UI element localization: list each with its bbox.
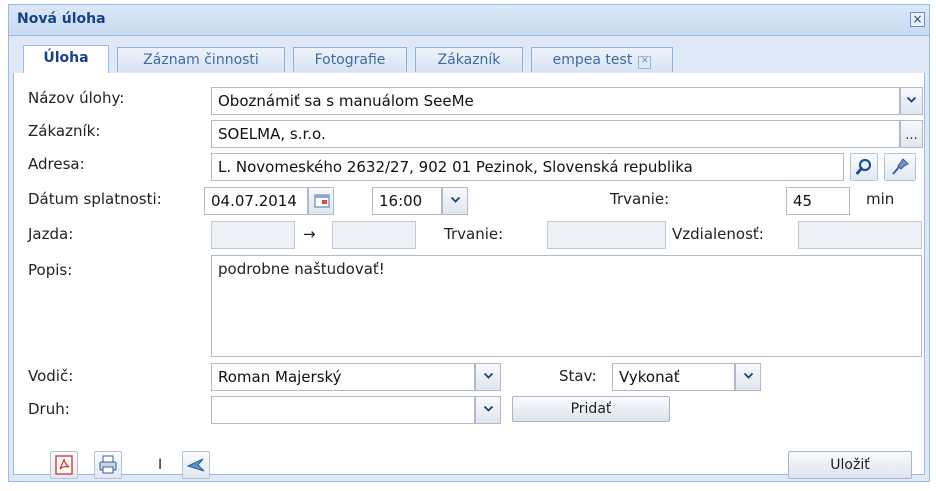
save-button[interactable]: Uložiť — [788, 451, 912, 479]
tab-close-icon[interactable]: ✕ — [638, 56, 652, 69]
description-label: Popis: — [28, 261, 73, 279]
task-form-panel: Názov úlohy: Oboznámiť sa s manuálom See… — [13, 73, 925, 479]
duration-field[interactable]: 45 — [786, 187, 850, 215]
tab-photos[interactable]: Fotografie — [293, 47, 407, 72]
toolbar-separator: I — [158, 457, 163, 473]
print-button[interactable] — [94, 451, 122, 479]
tab-activity-log-label: Záznam činnosti — [143, 52, 259, 68]
dialog-titlebar[interactable]: Nová úloha × — [9, 5, 929, 36]
distance-field — [798, 221, 922, 249]
tab-task[interactable]: Úloha — [23, 45, 109, 73]
driver-field[interactable]: Roman Majerský — [211, 363, 475, 391]
print-icon — [99, 455, 117, 474]
tab-customer-label: Zákazník — [437, 52, 501, 68]
task-name-field[interactable]: Oboznámiť sa s manuálom SeeMe — [211, 87, 900, 115]
distance-label: Vzdialenosť: — [672, 225, 764, 243]
chevron-down-icon — [451, 197, 460, 203]
ride-label: Jazda: — [28, 225, 74, 243]
due-date-picker-button[interactable] — [308, 187, 334, 215]
tab-empea-test-label: empea test — [552, 52, 633, 68]
state-field[interactable]: Vykonať — [612, 363, 735, 391]
dialog-title: Nová úloha — [17, 11, 106, 27]
address-label: Adresa: — [28, 155, 85, 173]
state-label: Stav: — [559, 367, 597, 385]
address-map-button[interactable] — [884, 153, 916, 181]
ride-arrow: → — [303, 225, 316, 243]
search-icon — [856, 158, 872, 175]
driver-label: Vodič: — [28, 367, 74, 385]
map-pin-icon — [892, 158, 909, 175]
ride-duration-label: Trvanie: — [444, 225, 504, 243]
tab-task-label: Úloha — [43, 50, 89, 66]
tab-photos-label: Fotografie — [314, 52, 386, 68]
address-field[interactable]: L. Novomeského 2632/27, 902 01 Pezinok, … — [211, 153, 844, 181]
chevron-down-icon — [907, 97, 916, 103]
address-search-button[interactable] — [850, 153, 878, 181]
chevron-down-icon — [744, 373, 753, 379]
type-field[interactable] — [211, 396, 475, 424]
close-icon[interactable]: × — [910, 12, 925, 27]
customer-label: Zákazník: — [28, 122, 101, 140]
duration-label: Trvanie: — [610, 190, 670, 208]
chevron-down-icon — [484, 373, 493, 379]
calendar-icon — [314, 194, 330, 208]
task-name-dropdown[interactable] — [900, 87, 923, 115]
due-date-label: Dátum splatnosti: — [28, 190, 162, 208]
chevron-down-icon — [484, 406, 493, 412]
due-time-dropdown[interactable] — [442, 187, 468, 215]
ride-to-field — [332, 221, 416, 249]
tab-customer[interactable]: Zákazník — [415, 47, 523, 72]
type-dropdown[interactable] — [475, 396, 501, 424]
customer-field[interactable]: SOELMA, s.r.o. — [211, 120, 900, 148]
description-textarea[interactable]: podrobne naštudovať! — [211, 255, 922, 357]
add-type-button[interactable]: Pridať — [512, 396, 670, 422]
ride-duration-field — [547, 221, 666, 249]
ride-from-field — [211, 221, 295, 249]
share-icon — [186, 458, 205, 472]
new-task-dialog: Nová úloha × Úloha Záznam činnosti Fotog… — [8, 4, 930, 482]
due-date-field[interactable]: 04.07.2014 — [204, 187, 308, 215]
due-time-field[interactable]: 16:00 — [372, 187, 442, 215]
customer-picker-button[interactable]: ... — [900, 120, 923, 148]
tab-activity-log[interactable]: Záznam činnosti — [117, 47, 285, 72]
task-name-label: Názov úlohy: — [28, 89, 125, 107]
tab-bar: Úloha Záznam činnosti Fotografie Zákazní… — [13, 39, 925, 74]
state-dropdown[interactable] — [735, 363, 761, 391]
tab-empea-test[interactable]: empea test ✕ — [531, 47, 673, 72]
driver-dropdown[interactable] — [475, 363, 501, 391]
export-pdf-button[interactable] — [50, 451, 78, 479]
duration-unit: min — [866, 190, 895, 208]
type-label: Druh: — [28, 400, 70, 418]
share-button[interactable] — [182, 451, 210, 479]
pdf-icon — [55, 455, 73, 475]
